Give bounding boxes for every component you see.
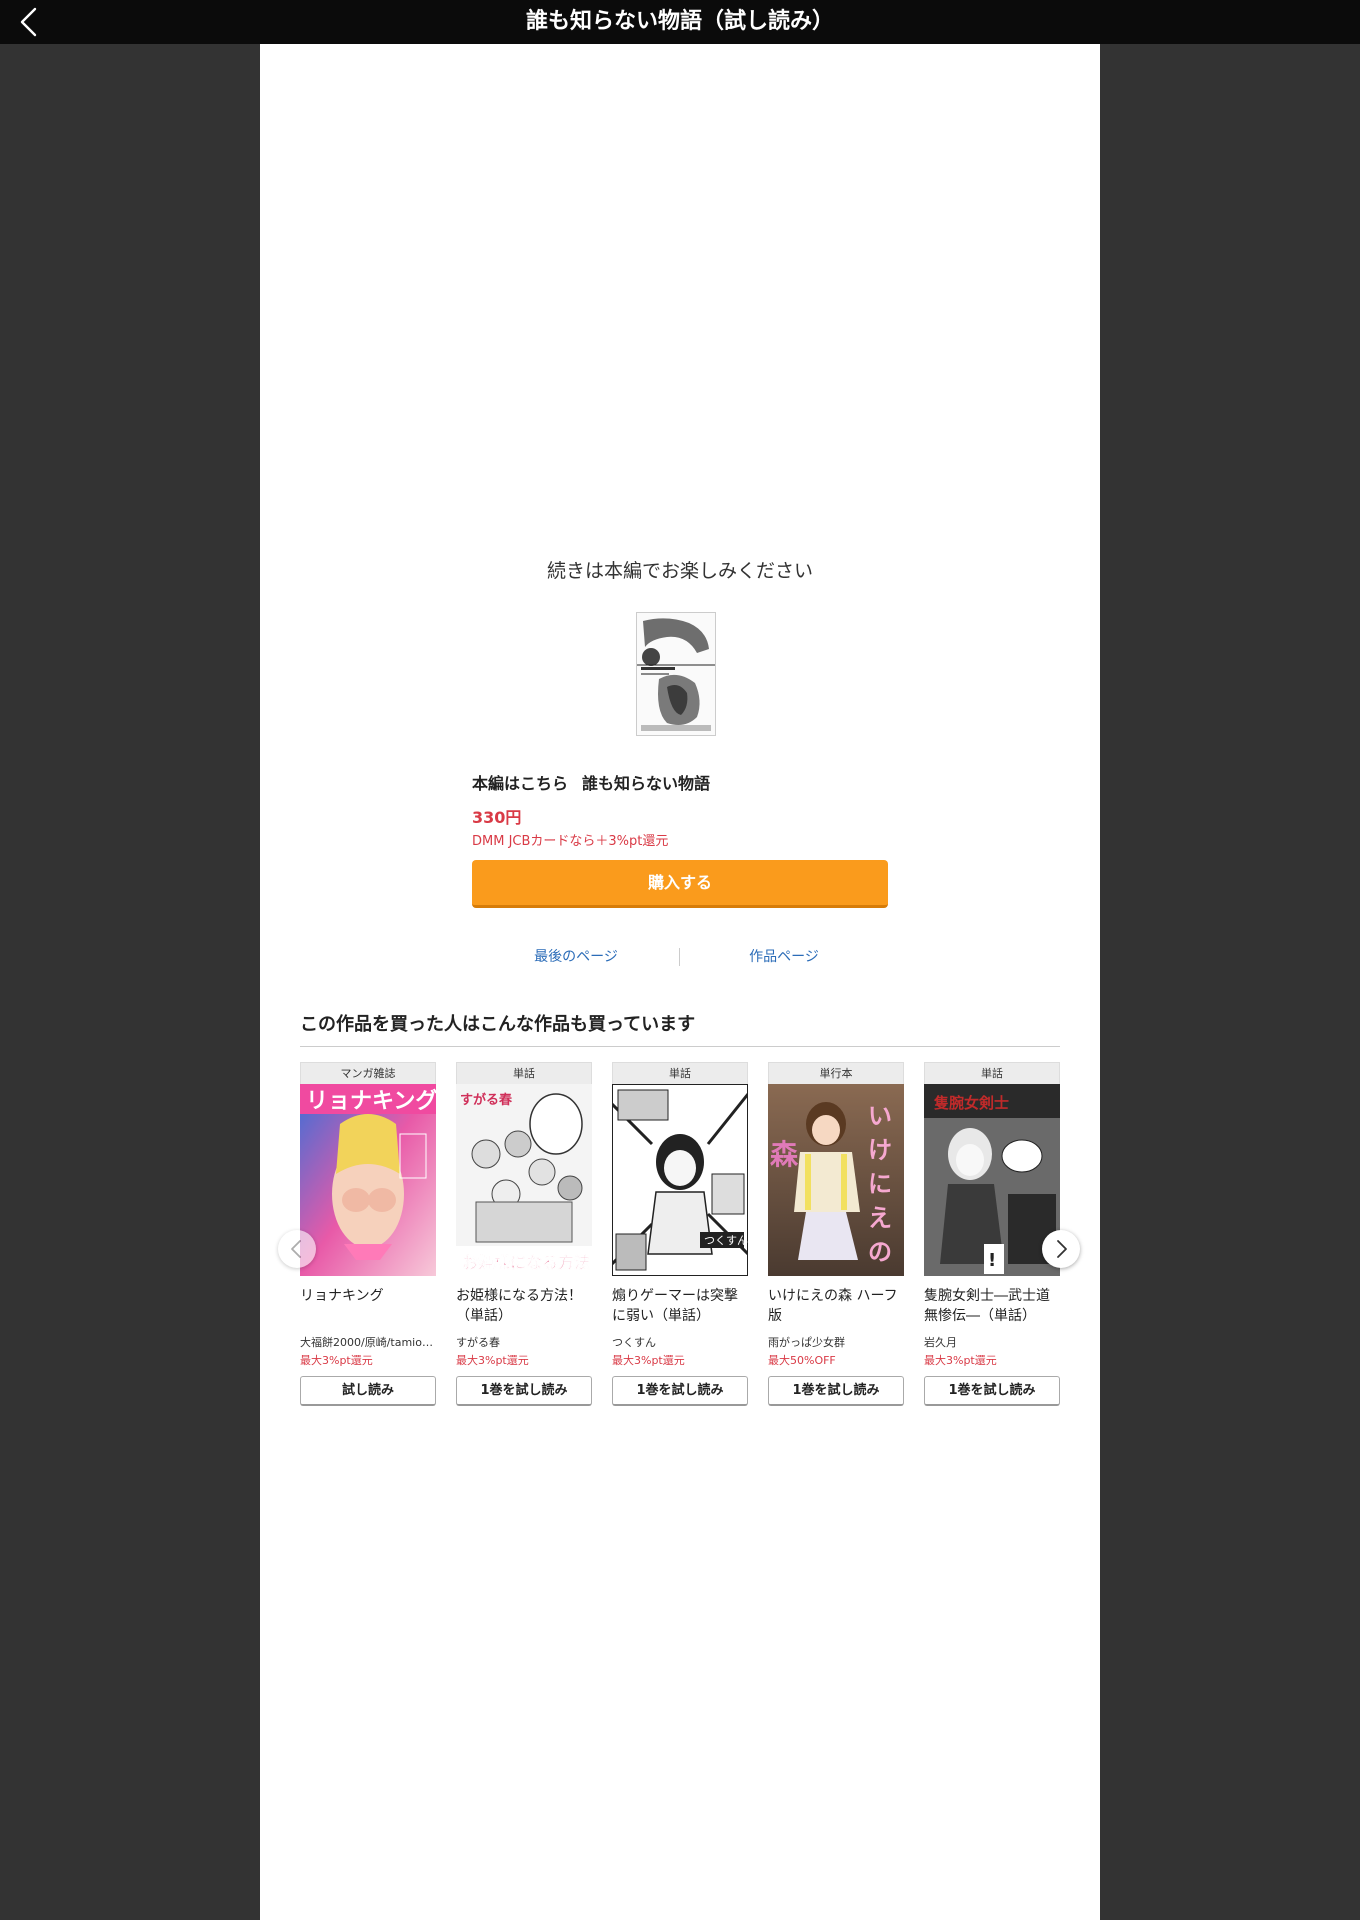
work-page-link[interactable]: 作品ページ — [680, 944, 888, 970]
category-label: 単話 — [612, 1062, 748, 1084]
trial-read-button[interactable]: 1巻を試し読み — [612, 1376, 748, 1406]
card-title[interactable]: 煽りゲーマーは突撃に弱い（単話） — [612, 1286, 748, 1326]
recommend-card[interactable]: 単話 隻腕女剣士 ! 隻腕女剣士―武士道無惨伝―（単話） 岩久月 最大3%pt還… — [924, 1062, 1060, 1406]
svg-text:隻腕女剣士: 隻腕女剣士 — [933, 1094, 1009, 1112]
svg-text:!: ! — [988, 1250, 996, 1271]
category-label: 単話 — [924, 1062, 1060, 1084]
carousel-next-button[interactable] — [1042, 1230, 1080, 1268]
main-title-text[interactable]: 誰も知らない物語 — [582, 774, 710, 793]
main-purchase-box: 本編はこちら 誰も知らない物語 330円 DMM JCBカードなら＋3%pt還元 … — [472, 770, 888, 908]
chevron-left-icon — [291, 1240, 301, 1258]
svg-text:リョナキング: リョナキング — [306, 1088, 436, 1114]
card-promo: 最大50%OFF — [768, 1354, 836, 1367]
recommend-card[interactable]: 単行本 い け に え の 森 いけにえの森 ハーフ版 雨がっぱ少女群 最大50… — [768, 1062, 904, 1406]
book-cover-thumbnail[interactable] — [636, 612, 716, 736]
continue-message: 続きは本編でお楽しみください — [546, 560, 813, 582]
reader-end-panel: 続きは本編でお楽しみください 本編はこちら 誰も知らない物語 330円 DMM J… — [260, 44, 1100, 1920]
cover-image[interactable]: 隻腕女剣士 ! — [924, 1084, 1060, 1276]
svg-text:森: 森 — [770, 1138, 799, 1171]
buy-button[interactable]: 購入する — [472, 860, 888, 908]
svg-text:け: け — [868, 1136, 892, 1164]
svg-text:すがる春: すがる春 — [460, 1092, 513, 1108]
card-title[interactable]: リョナキング — [300, 1286, 436, 1326]
card-author[interactable]: 岩久月 — [924, 1334, 1060, 1352]
card-author[interactable]: すがる春 — [456, 1334, 592, 1352]
card-title[interactable]: お姫様になる方法！（単話） — [456, 1286, 592, 1326]
navigation-links: 最後のページ 作品ページ — [472, 944, 888, 970]
card-promo: 最大3%pt還元 — [300, 1354, 373, 1367]
chevron-right-icon — [1057, 1240, 1067, 1258]
recommend-carousel: マンガ雑誌 リョナキング リョナキング 大福餅2000/原崎/tamio/… 最… — [300, 1062, 1060, 1452]
carousel-prev-button[interactable] — [278, 1230, 316, 1268]
recommend-heading: この作品を買った人はこんな作品も買っています — [300, 1010, 1060, 1047]
price: 330円 — [472, 808, 522, 827]
svg-text:え: え — [868, 1204, 892, 1232]
recommend-card[interactable]: 単話 すがる春 お姫様になる方法! お姫様になる方法！（単話） すがる春 最大3… — [456, 1062, 592, 1406]
svg-text:つくすん: つくすん — [704, 1234, 748, 1247]
cover-image[interactable]: つくすん — [612, 1084, 748, 1276]
trial-read-button[interactable]: 1巻を試し読み — [768, 1376, 904, 1406]
svg-text:い: い — [868, 1102, 892, 1130]
card-author[interactable]: 大福餅2000/原崎/tamio/… — [300, 1334, 436, 1352]
trial-read-button[interactable]: 1巻を試し読み — [924, 1376, 1060, 1406]
trial-read-button[interactable]: 1巻を試し読み — [456, 1376, 592, 1406]
category-label: 単行本 — [768, 1062, 904, 1084]
manga-page-image — [637, 613, 715, 735]
svg-text:の: の — [868, 1238, 892, 1266]
cover-image[interactable]: リョナキング — [300, 1084, 436, 1276]
card-title[interactable]: いけにえの森 ハーフ版 — [768, 1286, 904, 1326]
recommend-card[interactable]: マンガ雑誌 リョナキング リョナキング 大福餅2000/原崎/tamio/… 最… — [300, 1062, 436, 1406]
page-title: 誰も知らない物語（試し読み） — [525, 9, 834, 34]
card-author[interactable]: つくすん — [612, 1334, 748, 1352]
cover-image[interactable]: すがる春 お姫様になる方法! — [456, 1084, 592, 1276]
card-author[interactable]: 雨がっぱ少女群 — [768, 1334, 904, 1352]
top-bar: 誰も知らない物語（試し読み） — [0, 0, 1360, 44]
last-page-link[interactable]: 最後のページ — [472, 944, 680, 970]
cover-image[interactable]: い け に え の 森 — [768, 1084, 904, 1276]
recommend-card[interactable]: 単話 つくすん 煽りゲーマーは突撃に弱い（単話） つくすん 最大3%pt還元 1… — [612, 1062, 748, 1406]
category-label: 単話 — [456, 1062, 592, 1084]
card-promo: 最大3%pt還元 — [612, 1354, 685, 1367]
card-promo: 最大3%pt還元 — [924, 1354, 997, 1367]
trial-read-button[interactable]: 試し読み — [300, 1376, 436, 1406]
point-note: DMM JCBカードなら＋3%pt還元 — [472, 834, 669, 849]
card-promo: 最大3%pt還元 — [456, 1354, 529, 1367]
svg-text:お姫様になる方法!: お姫様になる方法! — [462, 1253, 592, 1272]
svg-text:に: に — [868, 1170, 892, 1198]
main-label: 本編はこちら — [472, 774, 569, 793]
category-label: マンガ雑誌 — [300, 1062, 436, 1084]
main-work-title: 本編はこちら 誰も知らない物語 — [472, 770, 888, 796]
card-title[interactable]: 隻腕女剣士―武士道無惨伝―（単話） — [924, 1286, 1060, 1326]
